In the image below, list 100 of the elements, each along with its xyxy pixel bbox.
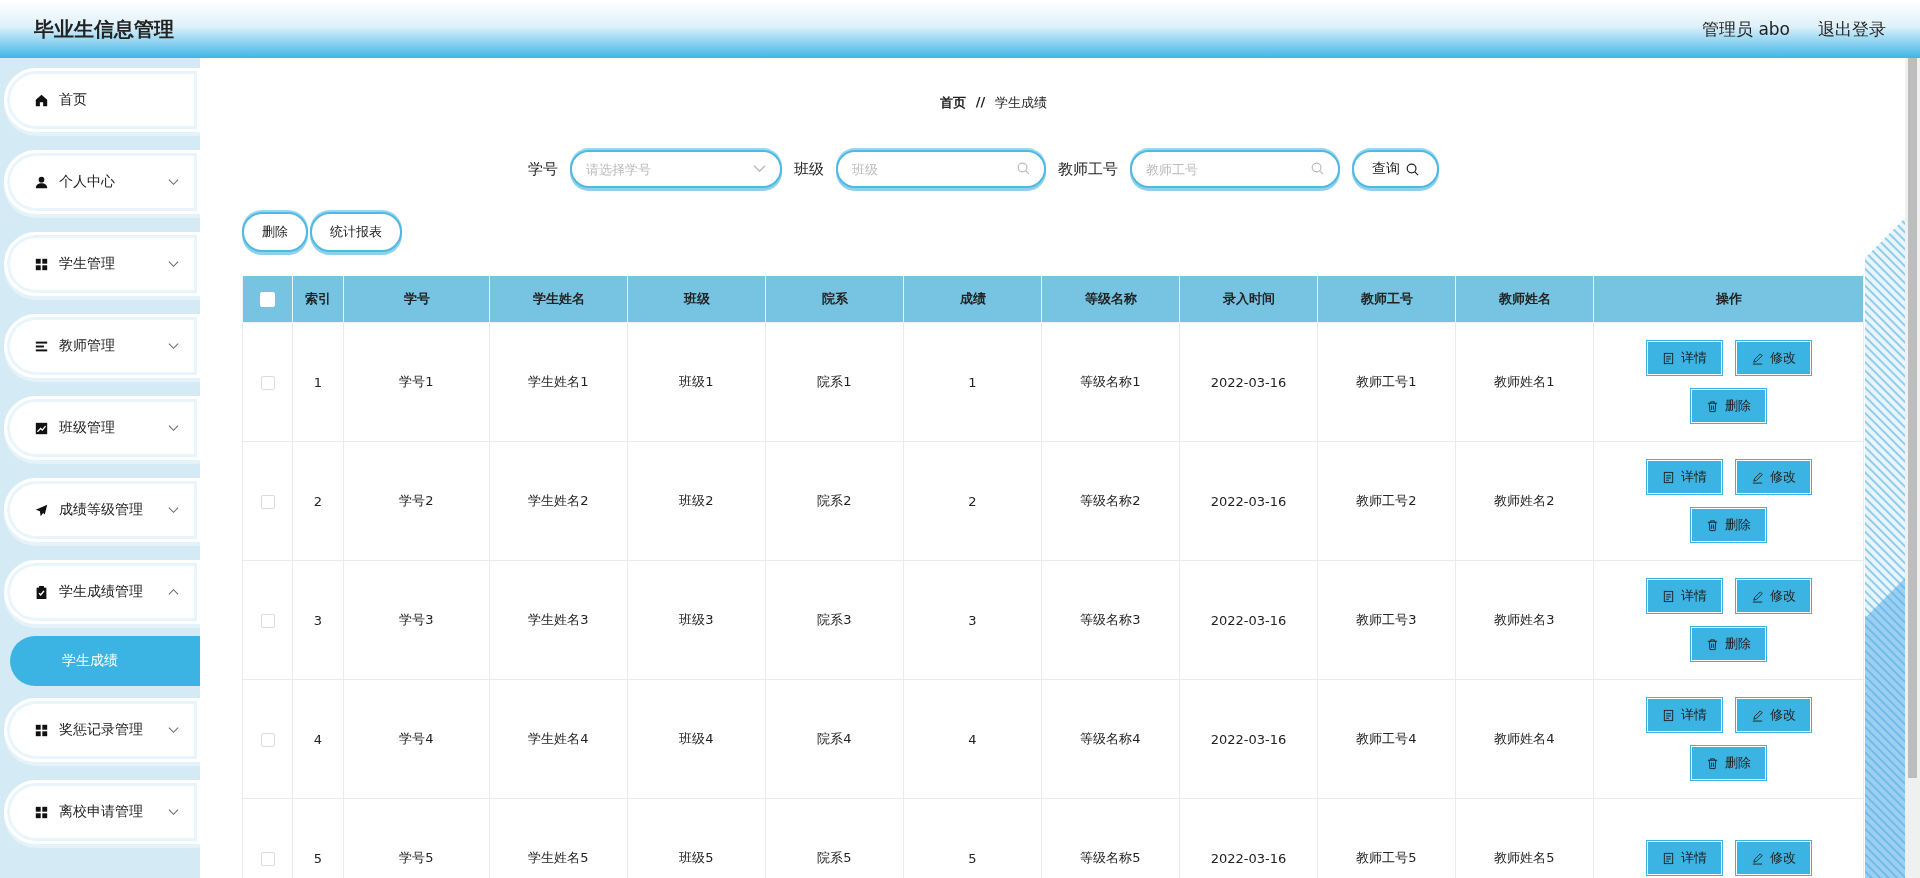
chevron-icon [168,726,179,734]
action-button[interactable]: 详情 [1646,460,1722,494]
user-label: 管理员 abo [1702,17,1790,41]
chevron-icon [168,588,179,596]
scrollbar[interactable] [1905,58,1920,878]
table-cell: 教师工号4 [1317,679,1456,799]
home-icon [35,93,48,107]
table-cell: 教师姓名1 [1455,322,1594,442]
action-button[interactable]: 删除 [1691,746,1766,780]
paper-plane-icon [35,503,48,517]
search-icon [1017,162,1030,175]
table-cell: 2022-03-16 [1179,679,1318,799]
action-button[interactable]: 删除 [1691,508,1766,542]
pencil-icon [1750,470,1764,484]
table-cell: 教师姓名4 [1455,679,1594,799]
document-icon [1661,589,1675,603]
breadcrumb-link[interactable]: 首页 [939,94,966,112]
table-cell: 教师工号3 [1317,560,1456,680]
action-button[interactable]: 删除 [1691,627,1766,661]
chart-icon [35,421,48,435]
table-cell: 1 [903,322,1042,442]
column-header: 索引 [292,276,344,323]
table-cell: 班级1 [627,322,766,442]
table-cell: 院系3 [765,560,904,680]
table-cell: 班级3 [627,560,766,680]
select-field[interactable]: 请选择学号 [570,150,782,188]
query-button[interactable]: 查询 [1352,150,1439,188]
action-button[interactable]: 修改 [1735,579,1811,613]
table-cell: 等级名称4 [1041,679,1180,799]
table-cell: 教师姓名3 [1455,560,1594,680]
column-header: 班级 [627,276,766,323]
table-cell: 学号3 [343,560,490,680]
grid-icon [35,257,48,271]
action-button[interactable]: 详情 [1646,579,1722,613]
chevron-icon [168,260,179,268]
column-header: 录入时间 [1179,276,1318,323]
search-icon [1406,162,1419,176]
toolbar-button[interactable]: 删除 [242,212,308,252]
column-header: 学号 [343,276,490,323]
row-checkbox[interactable] [260,613,275,628]
action-button[interactable]: 删除 [1691,389,1766,423]
app-title: 毕业生信息管理 [34,15,174,43]
table-cell: 3 [903,560,1042,680]
action-button[interactable]: 详情 [1646,341,1722,375]
field-label: 教师工号 [1058,159,1118,179]
table-cell: 1 [292,322,344,442]
action-button[interactable]: 修改 [1735,341,1811,375]
row-checkbox[interactable] [260,494,275,509]
row-checkbox[interactable] [260,375,275,390]
document-icon [1661,470,1675,484]
column-header: 学生姓名 [489,276,628,323]
action-button[interactable]: 详情 [1646,698,1722,732]
action-button[interactable]: 修改 [1735,698,1811,732]
search-field[interactable]: 班级 [836,150,1046,188]
table-cell: 2 [292,441,344,561]
table-cell: 班级2 [627,441,766,561]
table-cell: 2022-03-16 [1179,322,1318,442]
document-icon [1661,708,1675,722]
table-cell: 教师姓名2 [1455,441,1594,561]
search-icon [1311,162,1324,175]
column-header: 成绩 [903,276,1042,323]
row-checkbox[interactable] [260,732,275,747]
table-cell: 院系4 [765,679,904,799]
column-header: 操作 [1593,276,1864,323]
table-cell: 4 [903,679,1042,799]
select-all-checkbox[interactable] [260,292,275,307]
table-cell: 学生姓名4 [489,679,628,799]
table-cell: 院系2 [765,441,904,561]
table-cell: 学号1 [343,322,490,442]
table-cell: 等级名称3 [1041,560,1180,680]
row-checkbox[interactable] [260,851,275,866]
table-cell: 等级名称2 [1041,441,1180,561]
action-button[interactable]: 修改 [1735,460,1811,494]
table-cell: 院系1 [765,322,904,442]
pencil-icon [1750,589,1764,603]
pencil-icon [1750,708,1764,722]
column-header: 院系 [765,276,904,323]
chevron-icon [168,506,179,514]
action-button[interactable]: 修改 [1735,841,1811,875]
action-button[interactable]: 详情 [1646,841,1722,875]
breadcrumb-separator: // [975,94,986,111]
table-cell: 4 [292,679,344,799]
table-cell: 学生姓名2 [489,441,628,561]
table-cell: 学号4 [343,679,490,799]
table-cell: 学生姓名3 [489,560,628,680]
chevron-icon [753,162,766,175]
pencil-icon [1750,851,1764,865]
table-cell: 等级名称1 [1041,322,1180,442]
table-cell: 2 [903,441,1042,561]
chevron-icon [168,178,179,186]
person-icon [35,175,48,189]
search-field[interactable]: 教师工号 [1130,150,1340,188]
table-cell: 学生姓名1 [489,322,628,442]
field-label: 班级 [794,159,824,179]
table-cell: 2022-03-16 [1179,441,1318,561]
table-cell: 学号2 [343,441,490,561]
toolbar-button[interactable]: 统计报表 [310,212,402,252]
grid-icon [35,805,48,819]
logout-link[interactable]: 退出登录 [1818,17,1886,41]
table-cell: 2022-03-16 [1179,560,1318,680]
